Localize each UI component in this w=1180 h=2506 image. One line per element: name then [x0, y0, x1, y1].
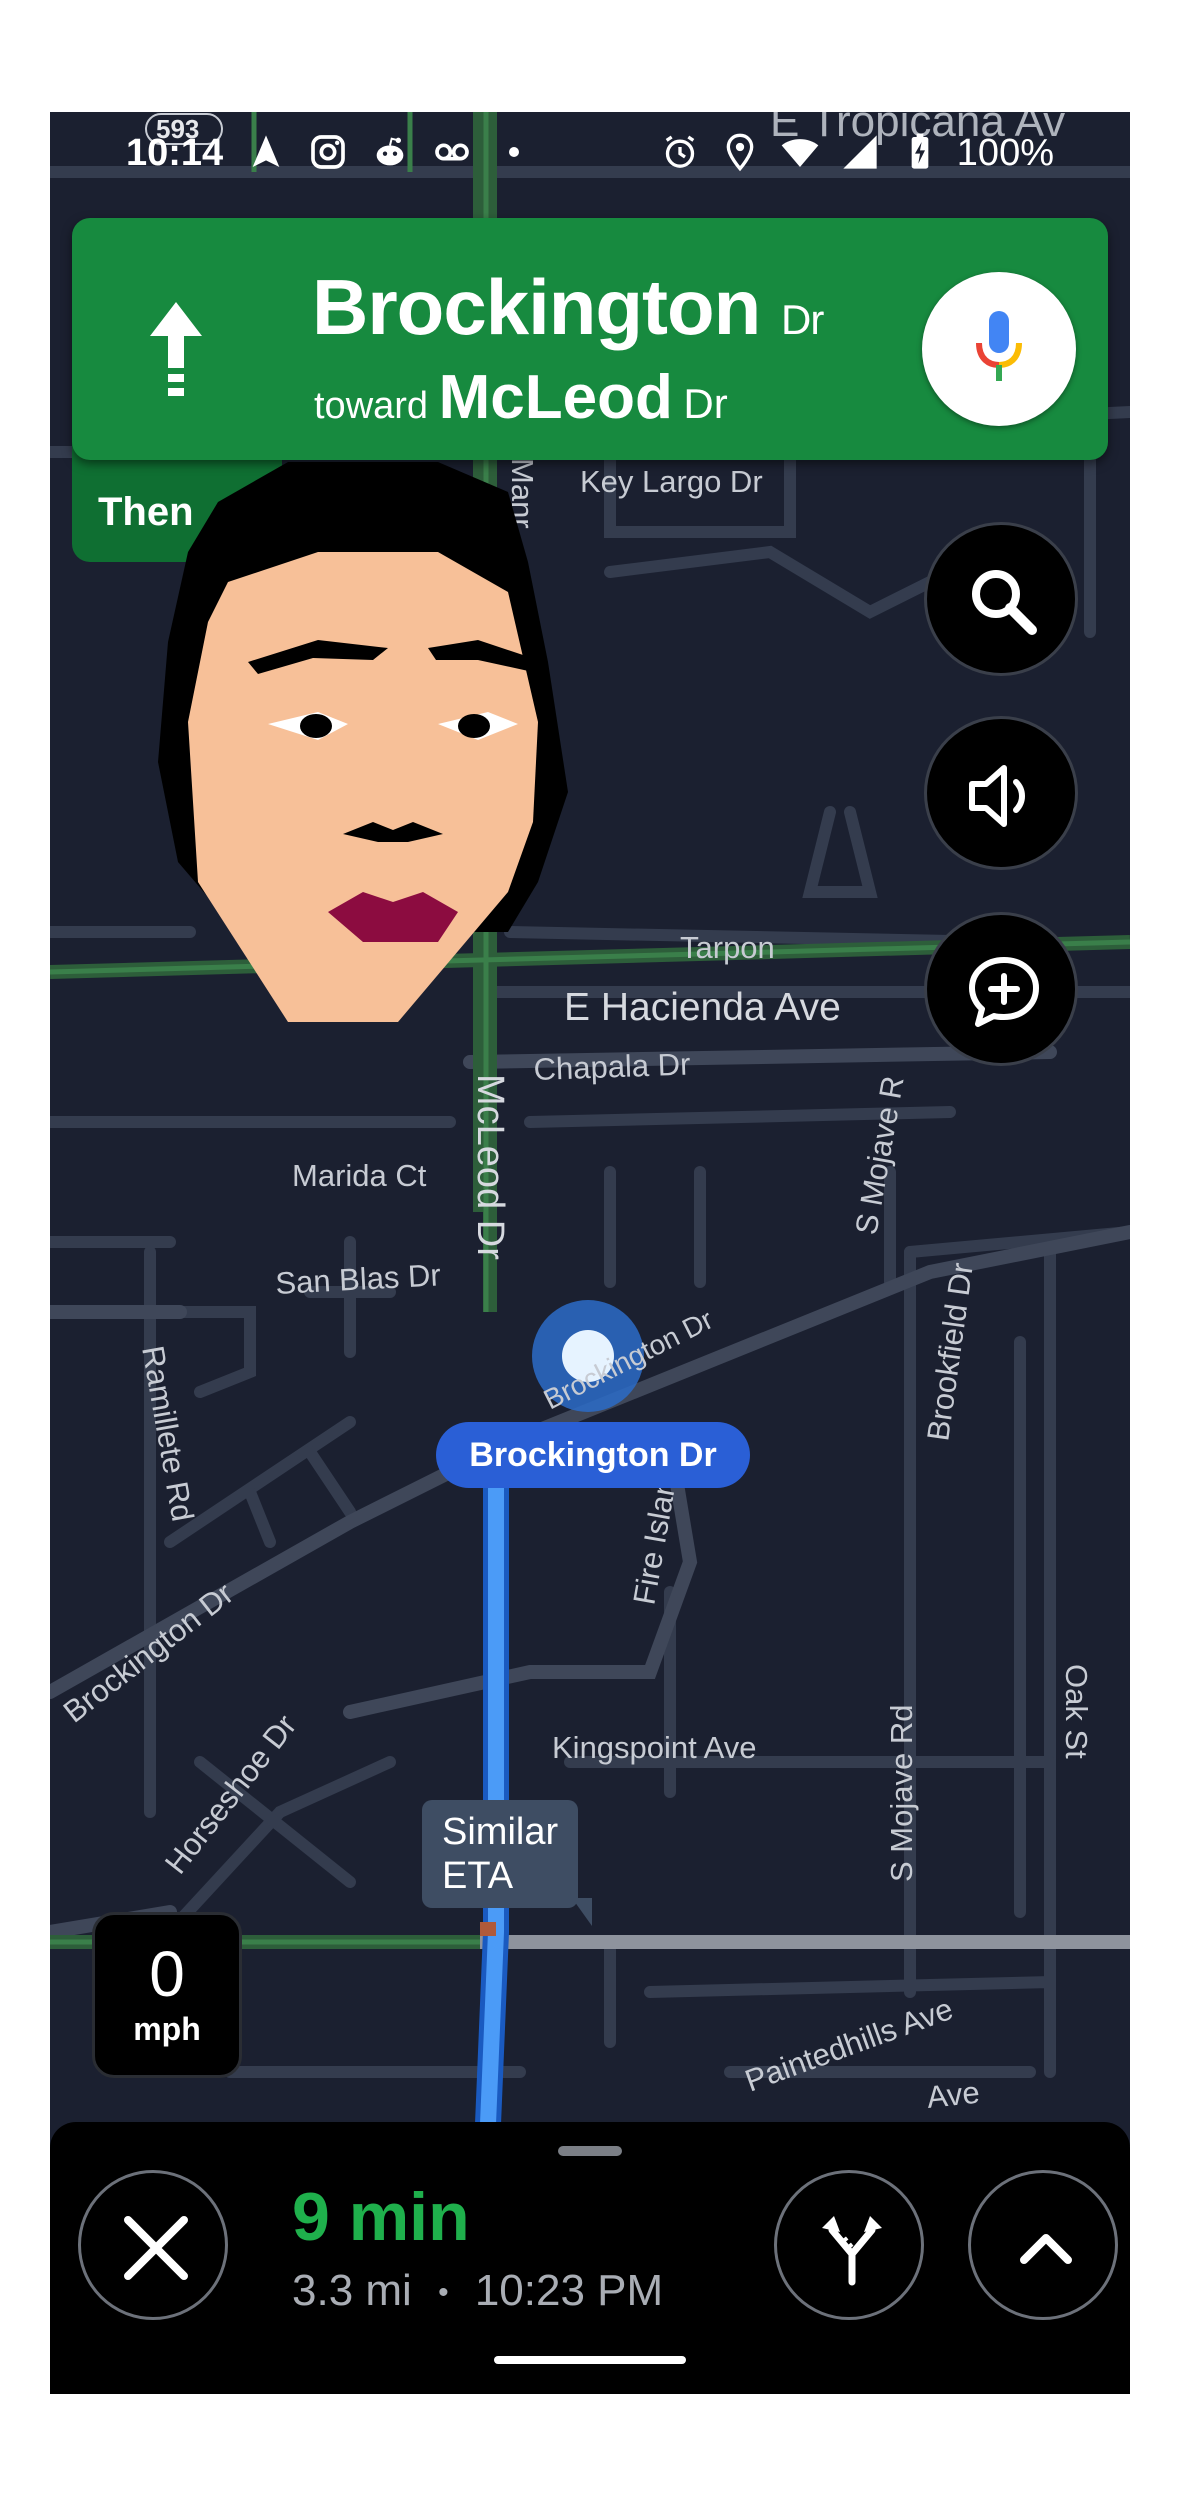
map-label-chapala: Chapala Dr [533, 1047, 691, 1087]
voicemail-icon [435, 143, 469, 161]
map-label-s-mojave-lower: S Mojave Rd [884, 1705, 919, 1882]
map-label-ave-fragment: Ave [925, 2075, 981, 2115]
close-icon [124, 2216, 188, 2280]
alternate-routes-icon [822, 2216, 882, 2286]
search-icon [972, 570, 1037, 635]
trip-bottom-sheet[interactable]: 9 min 3.3 mi • 10:23 PM [50, 2122, 1130, 2394]
current-road-pill: Brockington Dr [436, 1422, 750, 1488]
speed-value: 0 [149, 1938, 185, 2010]
expand-trip-button[interactable] [968, 2170, 1118, 2320]
alternate-routes-button[interactable] [774, 2170, 924, 2320]
arrival-time: 10:23 PM [474, 2266, 664, 2315]
face-sticker [158, 462, 568, 1022]
signal-icon [843, 135, 877, 169]
location-icon [726, 133, 754, 172]
status-notification-icons [246, 132, 534, 172]
street-suffix: Dr [781, 296, 824, 343]
toward-line: toward McLeod Dr [314, 362, 728, 433]
trip-details: 3.3 mi • 10:23 PM [292, 2266, 663, 2316]
straight-arrow-icon [150, 302, 202, 396]
trip-separator: • [438, 2276, 449, 2310]
phone-screen: E Tropicana Av Key Largo Dr Manr Tarpon … [50, 112, 1130, 2394]
alternate-route-eta-bubble[interactable]: Similar ETA [422, 1800, 592, 1926]
speed-unit: mph [133, 2011, 201, 2047]
search-along-route-button[interactable] [924, 522, 1078, 676]
current-street-instruction: Brockington Dr [312, 262, 824, 353]
battery-percentage: 100% [956, 132, 1054, 174]
eta-bubble-line-1: Similar [442, 1811, 559, 1853]
map-label-oak: Oak St [1059, 1664, 1094, 1759]
exit-navigation-button[interactable] [78, 2170, 228, 2320]
toward-label: toward [314, 385, 429, 427]
notification-dot-icon [509, 147, 519, 157]
wifi-icon [781, 139, 819, 167]
volume-icon [969, 765, 1025, 827]
voice-search-button[interactable] [922, 272, 1076, 426]
trip-distance: 3.3 mi [292, 2266, 412, 2315]
trip-duration: 9 min [292, 2179, 470, 2255]
street-name: Brockington [312, 263, 761, 351]
battery-charging-icon [911, 133, 929, 169]
status-bar: 10:14 100% [50, 112, 1130, 192]
toward-street-name: McLeod [438, 363, 673, 432]
map-label-mcleod: McLeod Dr [469, 1074, 511, 1260]
map-label-kingspoint: Kingspoint Ave [552, 1730, 757, 1765]
status-system-icons [660, 132, 940, 172]
reddit-icon [376, 137, 404, 166]
microphone-icon [976, 311, 1022, 381]
map-label-marida: Marida Ct [292, 1158, 427, 1193]
home-indicator[interactable] [494, 2356, 686, 2364]
eta-bubble-tail [572, 1898, 592, 1926]
speedometer: 0 mph [92, 1912, 242, 2078]
eta-bubble-line-2: ETA [442, 1855, 514, 1897]
instagram-icon [311, 135, 345, 169]
alarm-icon [665, 135, 695, 168]
navigation-instruction-banner[interactable]: Brockington Dr toward McLeod Dr [72, 218, 1108, 460]
sound-settings-button[interactable] [924, 716, 1078, 870]
chevron-up-icon [1020, 2234, 1072, 2264]
add-report-button[interactable] [924, 912, 1078, 1066]
sheet-drag-handle[interactable] [558, 2146, 622, 2156]
map-label-tarpon: Tarpon [680, 930, 775, 965]
navigation-arrow-icon [252, 135, 280, 167]
status-time: 10:14 [126, 132, 224, 174]
add-report-icon [969, 957, 1039, 1027]
toward-street-suffix: Dr [683, 380, 728, 427]
